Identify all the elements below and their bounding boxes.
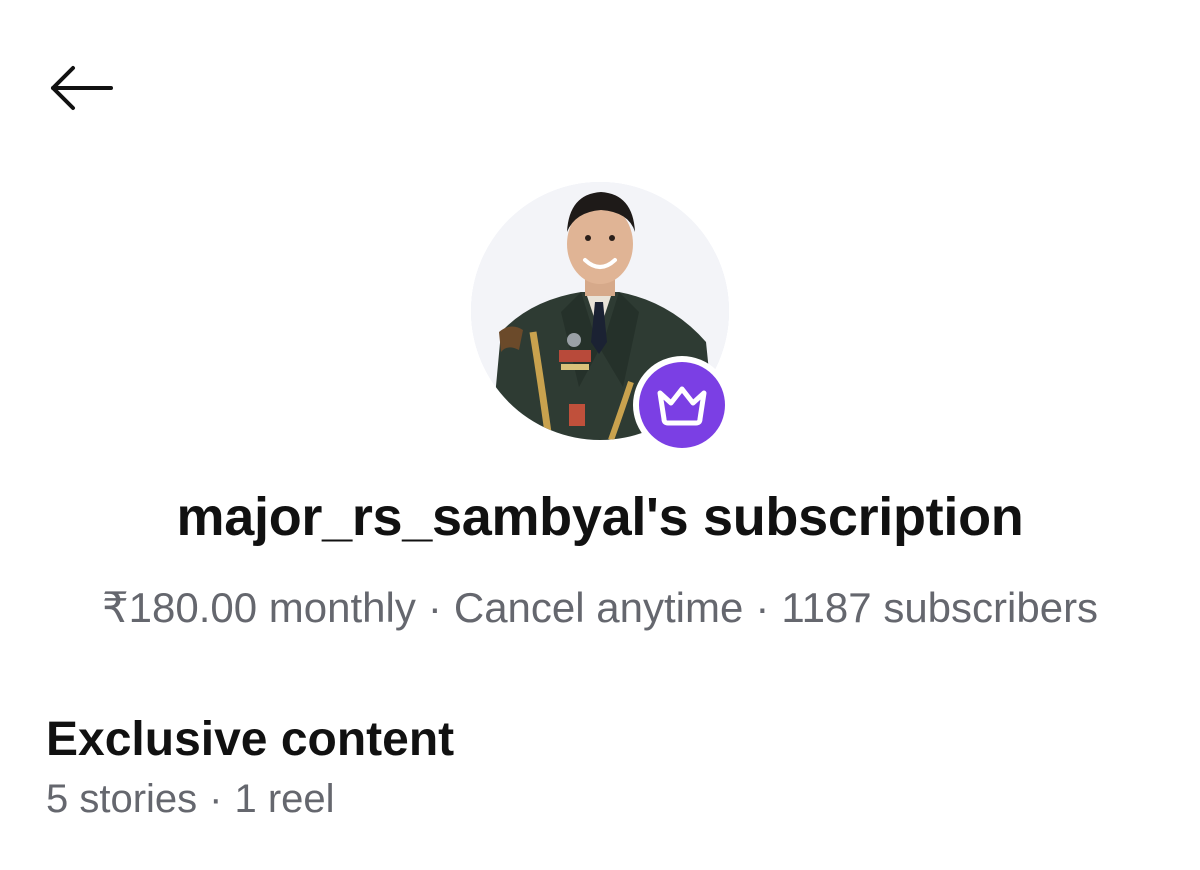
separator: · — [755, 584, 770, 631]
exclusive-content-heading: Exclusive content — [46, 713, 455, 766]
cancel-text: Cancel anytime — [453, 584, 744, 631]
crown-badge — [639, 362, 725, 448]
arrow-left-icon — [51, 66, 113, 110]
separator: · — [427, 584, 442, 631]
subscription-title: major_rs_sambyal's subscription — [176, 487, 1024, 547]
back-button[interactable] — [40, 56, 120, 120]
subscriber-badge — [633, 356, 731, 454]
subscriber-count: 1187 subscribers — [781, 584, 1099, 631]
subscription-meta: ₹180.00 monthly · Cancel anytime · 1187 subs… — [0, 583, 1200, 632]
avatar-container — [471, 182, 731, 454]
crown-icon — [657, 386, 707, 426]
reels-count: 1 reel — [234, 777, 335, 821]
price-text: ₹180.00 monthly — [101, 584, 416, 631]
exclusive-content-meta: 5 stories · 1 reel — [46, 777, 335, 822]
stories-count: 5 stories — [46, 777, 198, 821]
separator: · — [209, 777, 223, 821]
